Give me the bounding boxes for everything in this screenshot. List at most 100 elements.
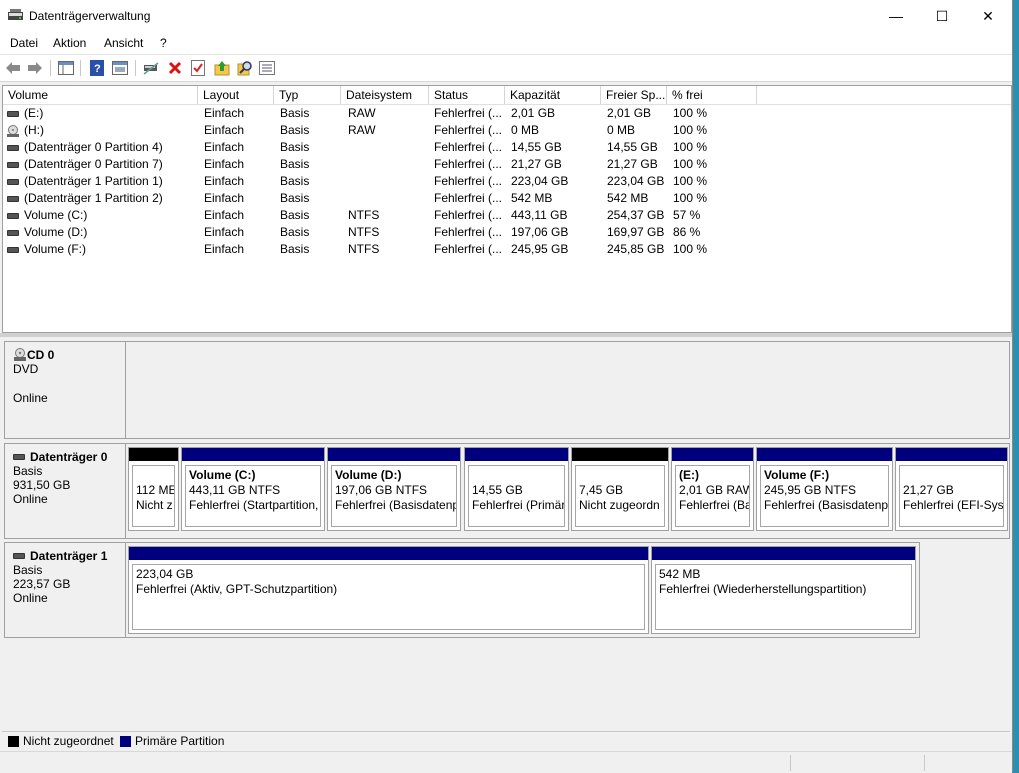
cell-pct: 100 %: [673, 242, 708, 256]
partition-size: 443,11 GB NTFS: [189, 483, 281, 497]
menu-help[interactable]: ?: [160, 36, 167, 50]
cell-status: Fehlerfrei (...: [434, 174, 503, 188]
status-separator: [924, 755, 925, 771]
disk-label-disk1[interactable]: Datenträger 1 Basis 223,57 GB Online: [4, 542, 127, 638]
partition-bar-primary: [652, 547, 915, 560]
menu-ansicht[interactable]: Ansicht: [104, 36, 143, 50]
pane-splitter[interactable]: [0, 333, 1012, 337]
partition-disk0-2[interactable]: Volume (C:) 443,11 GB NTFS Fehlerfrei (Sta…: [181, 447, 325, 531]
partition-disk0-8[interactable]: 21,27 GB Fehlerfrei (EFI-Syste: [895, 447, 1008, 531]
volume-row[interactable]: Volume (F:) NTFS Einfach Basis Fehlerfrei (.…: [3, 241, 1011, 258]
partition-detail: 14,55 GB Fehlerfrei (Primär: [468, 465, 565, 527]
volume-cell: (H:): [7, 122, 197, 139]
volume-cell: Volume (D:): [7, 224, 197, 241]
cell-cap: 542 MB: [511, 191, 553, 205]
partition-size: 197,06 GB NTFS: [335, 483, 428, 497]
cell-status: Fehlerfrei (...: [434, 140, 503, 154]
cell-pct: 100 %: [673, 140, 708, 154]
volume-list-header: Volume Layout Typ Dateisystem Status Kap…: [3, 86, 1011, 105]
cell-pct: 100 %: [673, 191, 708, 205]
cell-cap: 2,01 GB: [511, 106, 556, 120]
cell-cap: 0 MB: [511, 123, 540, 137]
volume-row[interactable]: Volume (D:) NTFS Einfach Basis Fehlerfrei (.…: [3, 224, 1011, 241]
partition-title: Volume (D:): [335, 468, 402, 482]
volume-row[interactable]: (Datenträger 0 Partition 4) Einfach Basis F…: [3, 139, 1011, 156]
toolbar: ?: [0, 54, 1012, 82]
partition-disk0-5[interactable]: 7,45 GB Nicht zugeordn: [571, 447, 669, 531]
cell-status: Fehlerfrei (...: [434, 157, 503, 171]
disk-label-cd0[interactable]: CD 0 DVD Online: [4, 341, 127, 439]
volume-name: Volume (C:): [24, 208, 88, 222]
cell-free: 0 MB: [607, 123, 636, 137]
drive-icon: [7, 144, 19, 151]
column-header-freier-speicher[interactable]: Freier Sp...: [601, 86, 667, 104]
back-button[interactable]: [4, 59, 22, 77]
partition-disk0-4[interactable]: 14,55 GB Fehlerfrei (Primär: [464, 447, 569, 531]
properties-view-button[interactable]: [111, 59, 129, 77]
partition-disk0-3[interactable]: Volume (D:) 197,06 GB NTFS Fehlerfrei (Bas…: [327, 447, 461, 531]
partition-status: Fehlerfrei (Wiederherstellungspartition): [659, 582, 867, 596]
disk-area-cd0[interactable]: [125, 341, 1010, 439]
column-header-kapazitaet[interactable]: Kapazität: [505, 86, 601, 104]
cell-typ: Basis: [280, 242, 310, 256]
partition-status: Fehlerfrei (Ba: [679, 498, 750, 512]
volume-cell: (Datenträger 0 Partition 7): [7, 156, 197, 173]
column-header-layout[interactable]: Layout: [198, 86, 274, 104]
folder-up-button[interactable]: [213, 59, 231, 77]
help-button[interactable]: ?: [88, 59, 106, 77]
cell-status: Fehlerfrei (...: [434, 208, 503, 222]
forward-button[interactable]: [26, 59, 44, 77]
minimize-button[interactable]: —: [873, 0, 919, 32]
hard-disk-icon: [13, 454, 25, 460]
column-header-typ[interactable]: Typ: [274, 86, 341, 104]
menu-datei[interactable]: Datei: [10, 36, 38, 50]
volume-row[interactable]: (Datenträger 1 Partition 1) Einfach Basis F…: [3, 173, 1011, 190]
partition-status: Nicht z: [136, 498, 173, 512]
cell-free: 21,27 GB: [607, 157, 658, 171]
list-view-button[interactable]: [258, 59, 276, 77]
title-bar[interactable]: Datenträgerverwaltung — ☐ ✕: [0, 0, 1012, 32]
volume-list: Volume Layout Typ Dateisystem Status Kap…: [2, 85, 1012, 333]
cell-layout: Einfach: [204, 106, 245, 120]
column-header-dateisystem[interactable]: Dateisystem: [341, 86, 429, 104]
partition-detail: Volume (D:) 197,06 GB NTFS Fehlerfrei (Bas…: [331, 465, 457, 527]
maximize-button[interactable]: ☐: [919, 0, 965, 32]
status-bar: [0, 751, 1012, 773]
partition-disk1-2[interactable]: 542 MB Fehlerfrei (Wiederherstellungspar…: [651, 546, 916, 634]
partition-disk0-7[interactable]: Volume (F:) 245,95 GB NTFS Fehlerfrei (Bas…: [756, 447, 893, 531]
volume-row[interactable]: (Datenträger 0 Partition 7) Einfach Basis F…: [3, 156, 1011, 173]
volume-row[interactable]: (H:) RAW Einfach Basis Fehlerfrei (... 0 MB 0 …: [3, 122, 1011, 139]
connect-drive-button[interactable]: [142, 59, 160, 77]
column-header-status[interactable]: Status: [429, 86, 505, 104]
column-header-prozent-frei[interactable]: % frei: [667, 86, 757, 104]
close-icon: ✕: [982, 7, 994, 24]
disk-type: Basis: [13, 563, 43, 577]
partition-bar-primary: [328, 448, 460, 461]
cell-pct: 100 %: [673, 106, 708, 120]
drive-icon: [7, 246, 19, 253]
check-properties-button[interactable]: [189, 59, 207, 77]
legend-primary: Primäre Partition: [120, 734, 224, 748]
column-header-volume[interactable]: Volume: [3, 86, 198, 104]
cell-typ: Basis: [280, 157, 310, 171]
cell-layout: Einfach: [204, 140, 245, 154]
close-button[interactable]: ✕: [965, 0, 1011, 32]
volume-cell: (Datenträger 0 Partition 4): [7, 139, 197, 156]
menu-aktion[interactable]: Aktion: [53, 36, 86, 50]
partition-disk0-6[interactable]: (E:) 2,01 GB RAW Fehlerfrei (Ba: [671, 447, 754, 531]
toolbar-separator: [135, 60, 136, 76]
disk-name: Datenträger 0: [30, 450, 108, 464]
drive-connect-icon: [143, 62, 159, 75]
volume-row[interactable]: (Datenträger 1 Partition 2) Einfach Basis F…: [3, 190, 1011, 207]
cell-cap: 443,11 GB: [511, 208, 568, 222]
volume-row[interactable]: (E:) RAW Einfach Basis Fehlerfrei (... 2,01 G…: [3, 105, 1011, 122]
search-button[interactable]: [236, 59, 254, 77]
delete-button[interactable]: [166, 59, 184, 77]
disk-label-disk0[interactable]: Datenträger 0 Basis 931,50 GB Online: [4, 443, 127, 539]
show-hide-console-tree-button[interactable]: [57, 59, 75, 77]
partition-disk0-1[interactable]: 112 ME Nicht z: [128, 447, 179, 531]
console-tree-icon: [58, 61, 74, 75]
volume-row[interactable]: Volume (C:) NTFS Einfach Basis Fehlerfrei (.…: [3, 207, 1011, 224]
cell-pct: 100 %: [673, 174, 708, 188]
partition-disk1-1[interactable]: 223,04 GB Fehlerfrei (Aktiv, GPT-Schutzp…: [128, 546, 649, 634]
